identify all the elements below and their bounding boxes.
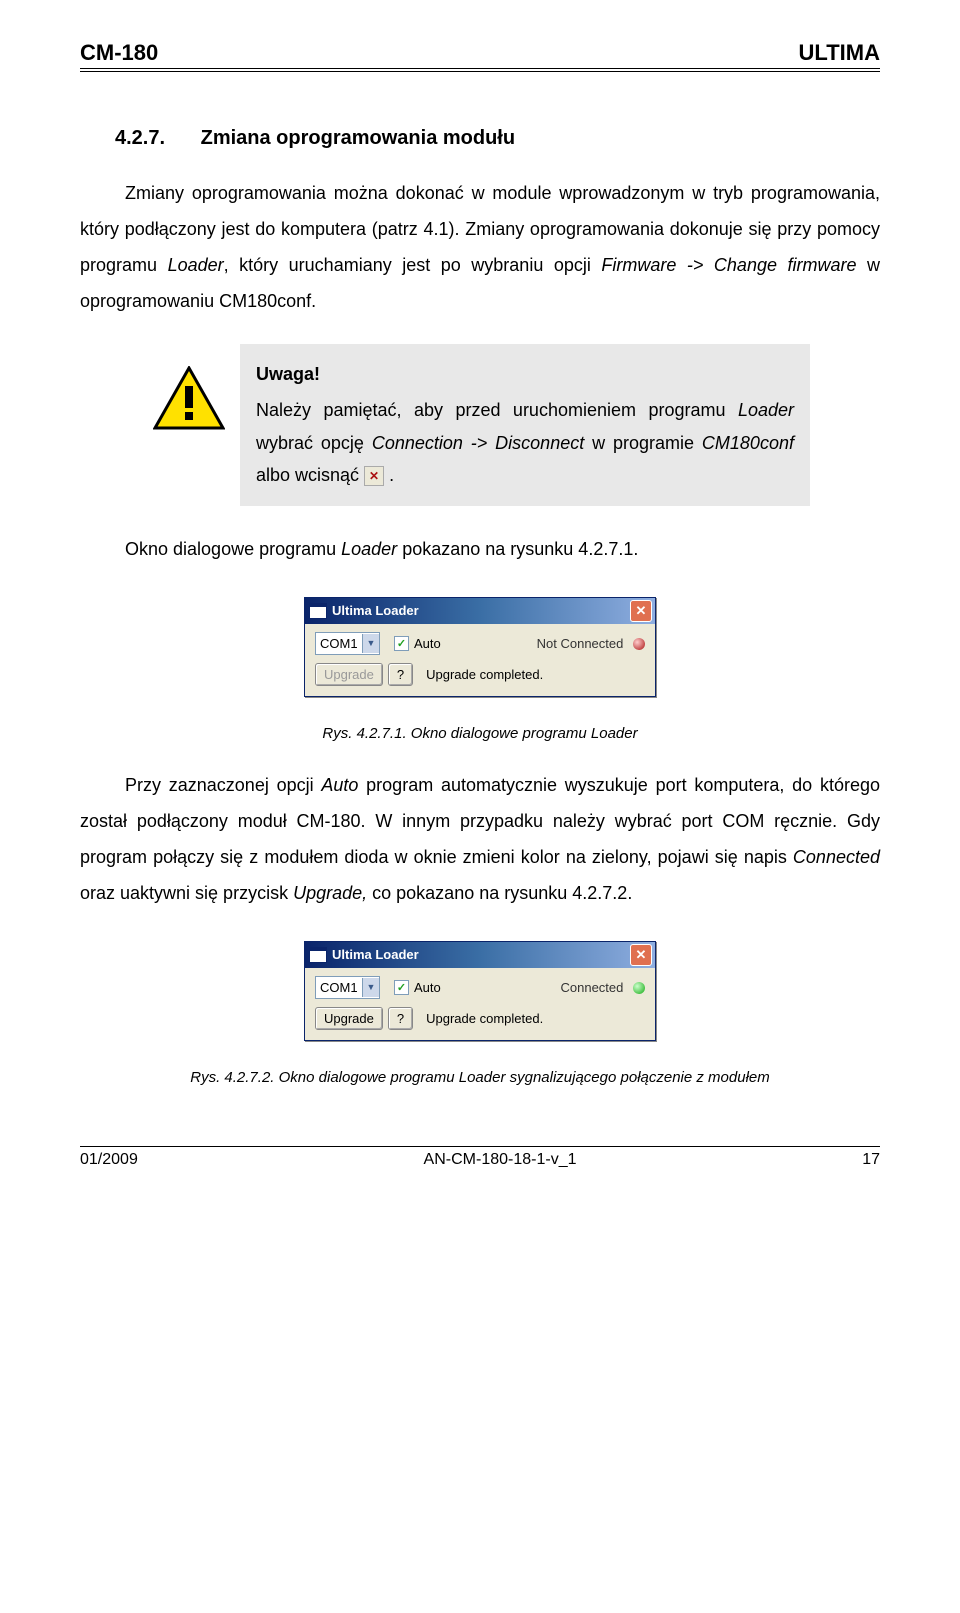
com-port-combo[interactable]: COM1 ▼ [315,632,380,655]
heading-number: 4.2.7. [115,127,165,149]
heading-title: Zmiana oprogramowania modułu [201,127,515,149]
note-title: Uwaga! [256,358,794,390]
com-port-value: COM1 [316,980,362,995]
section-heading: 4.2.7. Zmiana oprogramowania modułu [80,127,880,150]
connection-status: Connected [560,980,645,995]
dialog-titlebar[interactable]: Ultima Loader ✕ [305,942,655,968]
dialog-title: Ultima Loader [332,947,630,962]
status-led-red [633,638,645,650]
auto-label: Auto [414,980,441,995]
footer-center: AN-CM-180-18-1-v_1 [424,1151,577,1169]
dialog-title: Ultima Loader [332,603,630,618]
status-message: Upgrade completed. [426,667,645,682]
loader-dialog-connected: Ultima Loader ✕ COM1 ▼ ✓ Auto Connected [304,941,656,1041]
com-port-combo[interactable]: COM1 ▼ [315,976,380,999]
loader-dialog-not-connected: Ultima Loader ✕ COM1 ▼ ✓ Auto Not Connec… [304,597,656,697]
disconnect-icon: ✕ [364,466,384,486]
help-button[interactable]: ? [388,1007,413,1030]
page-header: CM-180 ULTIMA [80,40,880,72]
app-icon [309,603,327,619]
auto-label: Auto [414,636,441,651]
status-led-green [633,982,645,994]
app-icon [309,947,327,963]
footer-right: 17 [862,1151,880,1169]
warning-note: Uwaga! Należy pamiętać, aby przed urucho… [150,344,810,506]
connection-status: Not Connected [537,636,645,651]
auto-checkbox[interactable]: ✓ [394,980,409,995]
footer-left: 01/2009 [80,1151,138,1169]
close-icon[interactable]: ✕ [630,600,652,622]
auto-checkbox[interactable]: ✓ [394,636,409,651]
figure-caption-2: Rys. 4.2.7.2. Okno dialogowe programu Lo… [80,1069,880,1086]
paragraph-2: Okno dialogowe programu Loader pokazano … [80,531,880,567]
paragraph-3: Przy zaznaczonej opcji Auto program auto… [80,767,880,911]
figure-caption-1: Rys. 4.2.7.1. Okno dialogowe programu Lo… [80,725,880,742]
warning-icon [150,366,228,435]
chevron-down-icon[interactable]: ▼ [362,634,379,653]
header-left: CM-180 [80,40,158,66]
status-message: Upgrade completed. [426,1011,645,1026]
help-button[interactable]: ? [388,663,413,686]
paragraph-1: Zmiany oprogramowania można dokonać w mo… [80,175,880,319]
close-icon[interactable]: ✕ [630,944,652,966]
chevron-down-icon[interactable]: ▼ [362,978,379,997]
header-right: ULTIMA [799,40,880,66]
page-footer: 01/2009 AN-CM-180-18-1-v_1 17 [80,1146,880,1169]
upgrade-button[interactable]: Upgrade [315,1007,383,1030]
upgrade-button[interactable]: Upgrade [315,663,383,686]
com-port-value: COM1 [316,636,362,651]
dialog-titlebar[interactable]: Ultima Loader ✕ [305,598,655,624]
